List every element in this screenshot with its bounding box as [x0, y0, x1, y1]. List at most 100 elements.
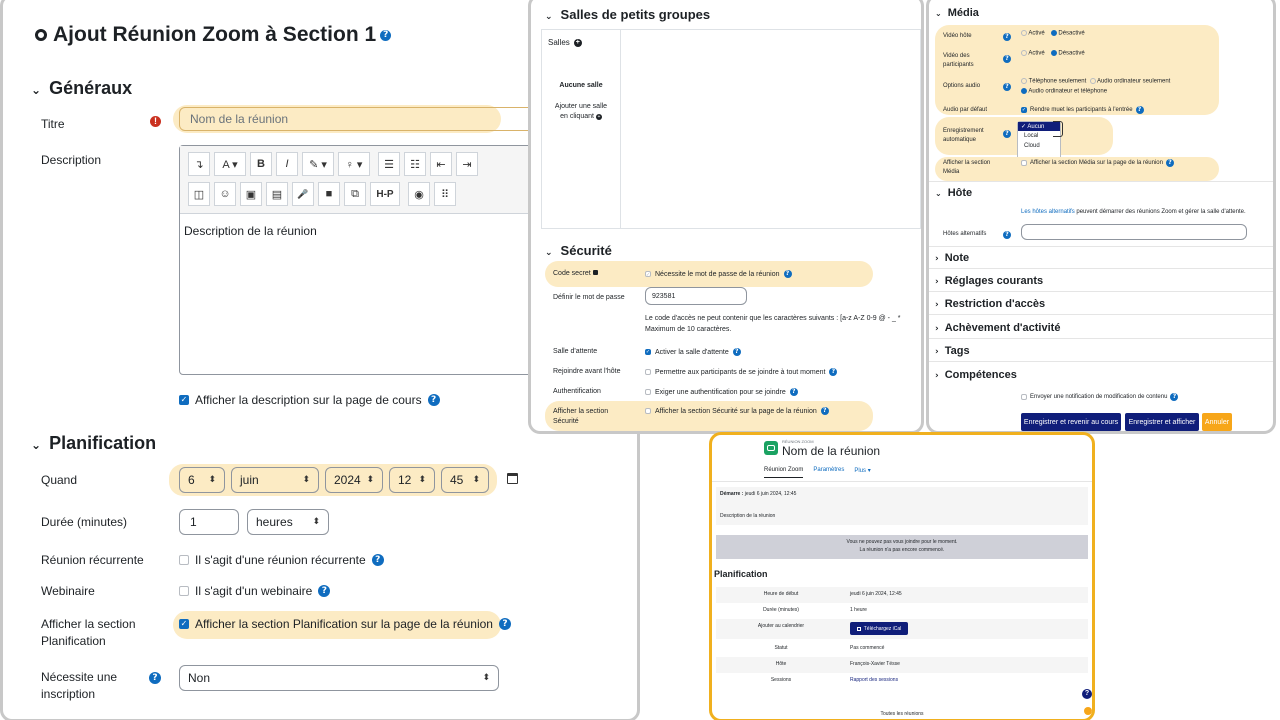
help-icon[interactable]: ?	[498, 618, 511, 630]
help-icon[interactable]: ?	[318, 585, 331, 597]
help-icon[interactable]: ?	[1165, 159, 1174, 167]
all-meetings-link[interactable]: Toutes les réunions	[716, 711, 1088, 717]
help-icon[interactable]: ?	[1003, 33, 1011, 41]
lock-icon	[592, 270, 598, 275]
duree-unit-select[interactable]: heures ⬍	[247, 509, 329, 535]
toolbar-image-icon[interactable]: ▣	[240, 182, 262, 206]
toolbar-numbered-list-button[interactable]: ☷	[404, 152, 426, 176]
preview-tab-parametres[interactable]: Paramètres	[813, 467, 844, 478]
toolbar-cube-icon[interactable]: ◫	[188, 182, 210, 206]
video-host-on-radio[interactable]	[1021, 30, 1027, 36]
recording-option-cloud[interactable]: Cloud	[1018, 141, 1060, 151]
webinaire-checkbox[interactable]	[179, 586, 189, 596]
alt-hosts-input[interactable]	[1021, 224, 1247, 240]
code-secret-checkbox[interactable]: ✓	[645, 271, 651, 278]
toolbar-bullet-list-button[interactable]: ☰	[378, 152, 400, 176]
comp-only-radio[interactable]	[1089, 78, 1096, 84]
toolbar-font-button[interactable]: A ▾	[214, 152, 246, 176]
add-room-icon[interactable]: +	[595, 114, 602, 120]
show-description-checkbox[interactable]: ✓	[179, 395, 189, 405]
section-restriction-header[interactable]: › Restriction d'accès	[935, 298, 1045, 310]
add-room-icon[interactable]: +	[573, 38, 582, 47]
help-icon[interactable]: ?	[1170, 393, 1179, 401]
video-part-off-radio[interactable]	[1050, 50, 1057, 56]
cancel-button[interactable]: Annuler	[1202, 413, 1232, 431]
security-section-header[interactable]: ⌄ Sécurité	[545, 243, 612, 258]
video-part-on-radio[interactable]	[1021, 50, 1027, 56]
inscription-select[interactable]: Non ⬍	[179, 665, 499, 691]
section-note-header[interactable]: › Note	[935, 252, 969, 264]
pwd-input[interactable]: 923581	[645, 287, 747, 305]
toolbar-emoji-icon[interactable]: ☺	[214, 182, 236, 206]
help-icon[interactable]: ?	[1003, 231, 1011, 239]
rooms-section-header[interactable]: ⌄ Salles de petits groupes	[545, 7, 710, 22]
help-icon[interactable]: ?	[1003, 55, 1011, 63]
notify-checkbox[interactable]	[1021, 394, 1027, 400]
toolbar-video-icon[interactable]: ■	[318, 182, 340, 206]
help-icon[interactable]: ?	[732, 348, 741, 356]
year-select[interactable]: 2024 ⬍	[325, 467, 383, 493]
show-security-checkbox[interactable]	[645, 408, 651, 414]
auth-checkbox[interactable]	[645, 389, 651, 395]
show-security-row: Afficher la section Sécurité sur la page…	[645, 407, 829, 415]
toolbar-grid-icon[interactable]: ⠿	[434, 182, 456, 206]
scroll-top-icon[interactable]	[1084, 707, 1092, 715]
help-icon[interactable]: ?	[1082, 689, 1092, 699]
notify-text: Envoyer une notification de modification…	[1030, 394, 1168, 400]
help-icon[interactable]: ?	[789, 388, 798, 396]
join-checkbox[interactable]	[645, 369, 651, 375]
preview-tab-plus[interactable]: Plus ▾	[854, 467, 870, 478]
toolbar-media-icon[interactable]: ▤	[266, 182, 288, 206]
save-show-button[interactable]: Enregistrer et afficher	[1125, 413, 1199, 431]
toolbar-outdent-button[interactable]: ⇤	[430, 152, 452, 176]
toolbar-h5p-button[interactable]: H-P	[370, 182, 400, 206]
hour-select[interactable]: 12 ⬍	[389, 467, 435, 493]
recurrente-checkbox[interactable]	[179, 555, 189, 565]
save-return-button[interactable]: Enregistrer et revenir au cours	[1021, 413, 1121, 431]
mute-checkbox[interactable]: ✓	[1021, 107, 1027, 113]
help-icon[interactable]: ?	[829, 368, 838, 376]
help-icon[interactable]: ?	[380, 29, 392, 41]
both-radio[interactable]	[1021, 88, 1027, 94]
toolbar-accessibility-icon[interactable]: ◉	[408, 182, 430, 206]
section-competences-header[interactable]: › Compétences	[935, 369, 1017, 381]
duree-input[interactable]: 1	[179, 509, 239, 535]
help-icon[interactable]: ?	[783, 270, 792, 278]
show-media-checkbox[interactable]	[1021, 160, 1027, 166]
help-icon[interactable]: ?	[1135, 106, 1144, 114]
toolbar-italic-button[interactable]: I	[276, 152, 298, 176]
section-generaux-header[interactable]: ⌄ Généraux	[31, 78, 132, 99]
help-icon[interactable]: ?	[371, 554, 384, 566]
help-icon[interactable]: ?	[1003, 83, 1011, 91]
waiting-checkbox[interactable]: ✓	[645, 349, 651, 355]
help-icon[interactable]: ?	[820, 407, 829, 415]
section-tags-header[interactable]: › Tags	[935, 345, 970, 357]
preview-tab-zoom[interactable]: Réunion Zoom	[764, 467, 804, 478]
video-host-off-radio[interactable]	[1050, 30, 1057, 36]
help-icon[interactable]: ?	[149, 672, 161, 684]
sessions-report-link[interactable]: Rapport des sessions	[850, 677, 898, 683]
media-section-header[interactable]: ⌄ Média	[935, 7, 979, 19]
afficher-plan-checkbox[interactable]: ✓	[179, 619, 189, 629]
toolbar-style-button[interactable]: ♀ ▾	[338, 152, 370, 176]
month-select[interactable]: juin ⬍	[231, 467, 319, 493]
toolbar-microphone-icon[interactable]: 🎤	[292, 182, 314, 206]
section-planification-header[interactable]: ⌄ Planification	[31, 433, 156, 454]
help-icon[interactable]: ?	[1003, 130, 1011, 138]
description-textarea[interactable]: Description de la réunion	[184, 224, 317, 238]
day-select[interactable]: 6 ⬍	[179, 467, 225, 493]
toolbar-indent-button[interactable]: ⇥	[456, 152, 478, 176]
calendar-icon[interactable]	[507, 473, 518, 484]
toolbar-copy-icon[interactable]: ⧉	[344, 182, 366, 206]
tel-only-radio[interactable]	[1021, 78, 1027, 84]
toolbar-brush-button[interactable]: ✎ ▾	[302, 152, 334, 176]
download-ical-button[interactable]: Téléchargez iCal	[850, 622, 908, 635]
help-icon[interactable]: ?	[427, 394, 440, 406]
alt-hosts-link[interactable]: Les hôtes alternatifs	[1021, 209, 1075, 215]
section-reglages-header[interactable]: › Réglages courants	[935, 275, 1043, 287]
host-section-header[interactable]: ⌄ Hôte	[935, 187, 972, 199]
section-achevement-header[interactable]: › Achèvement d'activité	[935, 322, 1060, 334]
toolbar-collapse-button[interactable]: ↴	[188, 152, 210, 176]
toolbar-bold-button[interactable]: B	[250, 152, 272, 176]
minute-select[interactable]: 45 ⬍	[441, 467, 489, 493]
